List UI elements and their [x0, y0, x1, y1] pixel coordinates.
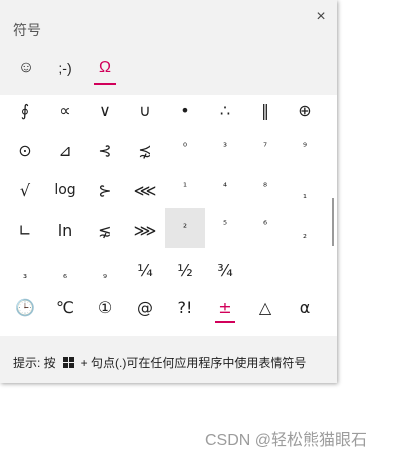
hint-text: 提示: 按 + 句点(.)可在任何应用程序中使用表情符号: [13, 354, 306, 371]
symbol-item[interactable]: ①: [85, 287, 125, 327]
symbol-panel: 符号 × ☺ ;-) Ω ∮ ∝ ∨ ∪ • ∴ ‖ ⊕ ⊙ ⊿ ⊰ ⋨ ⁰ ³…: [0, 0, 337, 383]
windows-key-icon: [62, 357, 74, 368]
panel-title: 符号: [13, 22, 41, 38]
symbol-grid: ∮ ∝ ∨ ∪ • ∴ ‖ ⊕ ⊙ ⊿ ⊰ ⋨ ⁰ ³ ⁷ ⁹ √ log ⊱ …: [0, 95, 337, 336]
symbol-item[interactable]: ⊱: [85, 170, 125, 210]
symbol-item[interactable]: ⁰: [165, 127, 205, 167]
symbol-item[interactable]: ⁷: [245, 127, 285, 167]
close-icon[interactable]: ×: [312, 8, 330, 26]
symbol-item[interactable]: ∮: [5, 90, 45, 130]
symbol-item[interactable]: log: [45, 170, 85, 210]
tab-kaomoji[interactable]: ;-): [50, 55, 80, 85]
symbol-item[interactable]: √: [5, 170, 45, 210]
symbol-item[interactable]: ⊰: [85, 130, 125, 170]
tab-bar: ☺ ;-) Ω: [0, 55, 337, 91]
symbol-item[interactable]: ⁵: [205, 205, 245, 245]
triangle-icon[interactable]: △: [245, 287, 285, 327]
symbol-item[interactable]: ₂: [285, 215, 325, 255]
symbol-item[interactable]: ½: [165, 250, 205, 290]
symbol-item[interactable]: α: [285, 287, 325, 327]
hint-suffix: + 句点(.)可在任何应用程序中使用表情符号: [80, 356, 307, 370]
symbol-item[interactable]: ∴: [205, 90, 245, 130]
symbol-item[interactable]: ⊕: [285, 90, 325, 130]
symbol-item[interactable]: ∟: [5, 210, 45, 250]
symbol-item[interactable]: ⁹: [285, 127, 325, 167]
symbol-item[interactable]: ?!: [165, 287, 205, 327]
symbol-item[interactable]: ∝: [45, 90, 85, 130]
symbol-item[interactable]: ⁸: [245, 167, 285, 207]
category-math-selected[interactable]: ±: [205, 287, 245, 327]
symbol-item[interactable]: ⋙: [125, 210, 165, 250]
symbol-item[interactable]: ℃: [45, 287, 85, 327]
watermark: CSDN @轻松熊猫眼石: [205, 432, 368, 449]
symbol-item[interactable]: ⊙: [5, 130, 45, 170]
symbol-item[interactable]: ‖: [245, 90, 285, 130]
symbol-item-selected[interactable]: ²: [165, 208, 205, 248]
tab-symbols[interactable]: Ω: [90, 55, 120, 85]
symbol-item[interactable]: ∪: [125, 90, 165, 130]
tab-emoji[interactable]: ☺: [11, 55, 41, 85]
symbol-item[interactable]: ⋦: [85, 210, 125, 250]
symbol-item[interactable]: ₁: [285, 175, 325, 215]
symbol-item[interactable]: ∨: [85, 90, 125, 130]
symbol-item[interactable]: ln: [45, 210, 85, 250]
clock-icon[interactable]: 🕒: [5, 287, 45, 327]
symbol-item[interactable]: ⊿: [45, 130, 85, 170]
hint-prefix: 提示: 按: [13, 356, 56, 370]
symbol-item[interactable]: ¼: [125, 250, 165, 290]
scrollbar[interactable]: [332, 198, 334, 246]
symbol-item[interactable]: ¹: [165, 167, 205, 207]
symbol-item[interactable]: ¾: [205, 250, 245, 290]
symbol-item[interactable]: @: [125, 287, 165, 327]
symbol-item[interactable]: ⋘: [125, 170, 165, 210]
symbol-item[interactable]: ⋨: [125, 130, 165, 170]
symbol-item[interactable]: ³: [205, 127, 245, 167]
symbol-item[interactable]: ⁴: [205, 167, 245, 207]
symbol-item[interactable]: •: [165, 90, 205, 130]
symbol-item[interactable]: ⁶: [245, 205, 285, 245]
